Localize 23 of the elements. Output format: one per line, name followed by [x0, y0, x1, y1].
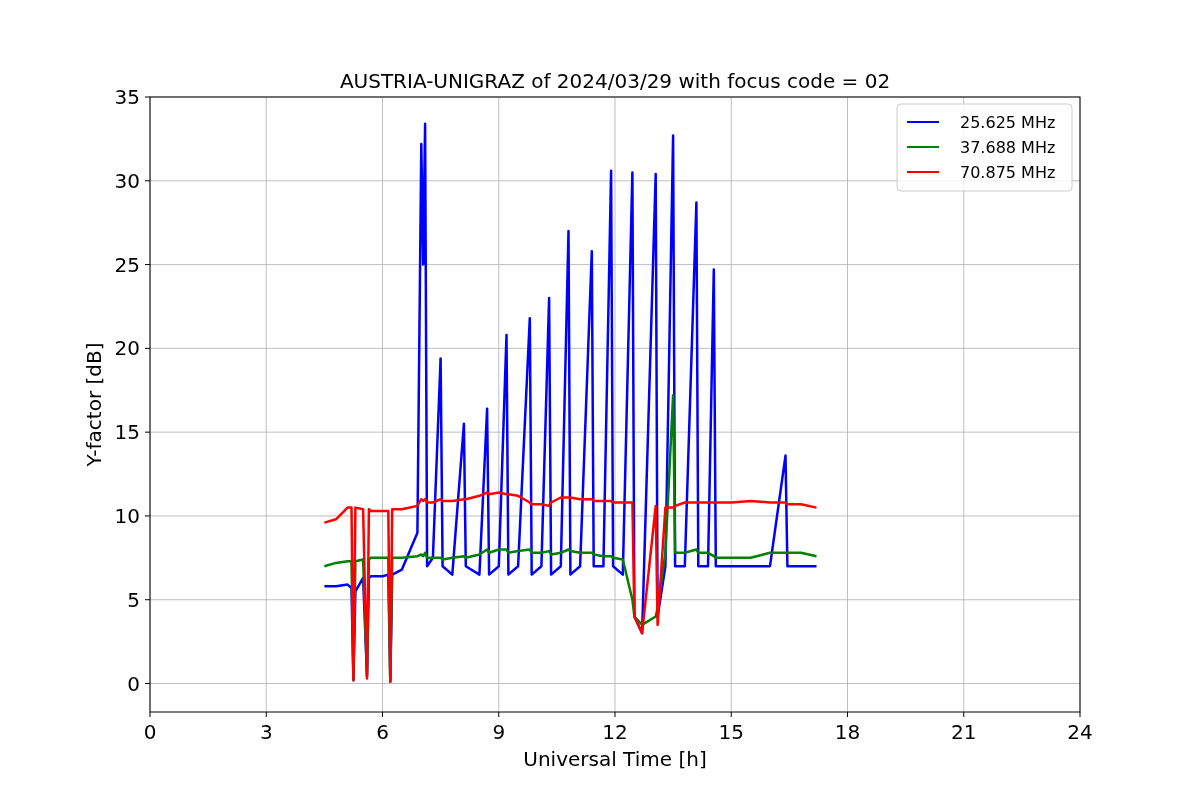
legend-label: 25.625 MHz: [960, 113, 1056, 132]
tick-label: 30: [114, 168, 140, 193]
tick-label: 15: [114, 420, 140, 445]
chart-title: AUSTRIA-UNIGRAZ of 2024/03/29 with focus code = 02: [339, 69, 891, 93]
tick-label: 10: [114, 503, 140, 528]
legend-label: 37.688 MHz: [960, 138, 1056, 157]
tick-label: 35: [114, 85, 140, 109]
x-axis-label: Universal Time [h]: [523, 747, 707, 771]
tick-label: 0: [127, 671, 140, 696]
tick-label: 9: [492, 720, 506, 744]
tick-label: 21: [951, 720, 977, 744]
legend-label: 70.875 MHz: [960, 163, 1056, 182]
tick-label: 15: [718, 720, 744, 744]
tick-label: 0: [143, 720, 157, 744]
tick-label: 20: [114, 336, 140, 361]
tick-label: 5: [127, 587, 140, 612]
tick-label: 25: [114, 252, 140, 277]
tick-label: 24: [1067, 720, 1093, 744]
tick-label: 6: [376, 720, 389, 744]
y-axis-label: Y-factor [dB]: [82, 342, 106, 467]
tick-label: 12: [602, 720, 628, 744]
tick-label: 18: [834, 720, 861, 744]
tick-label: 3: [259, 720, 273, 744]
